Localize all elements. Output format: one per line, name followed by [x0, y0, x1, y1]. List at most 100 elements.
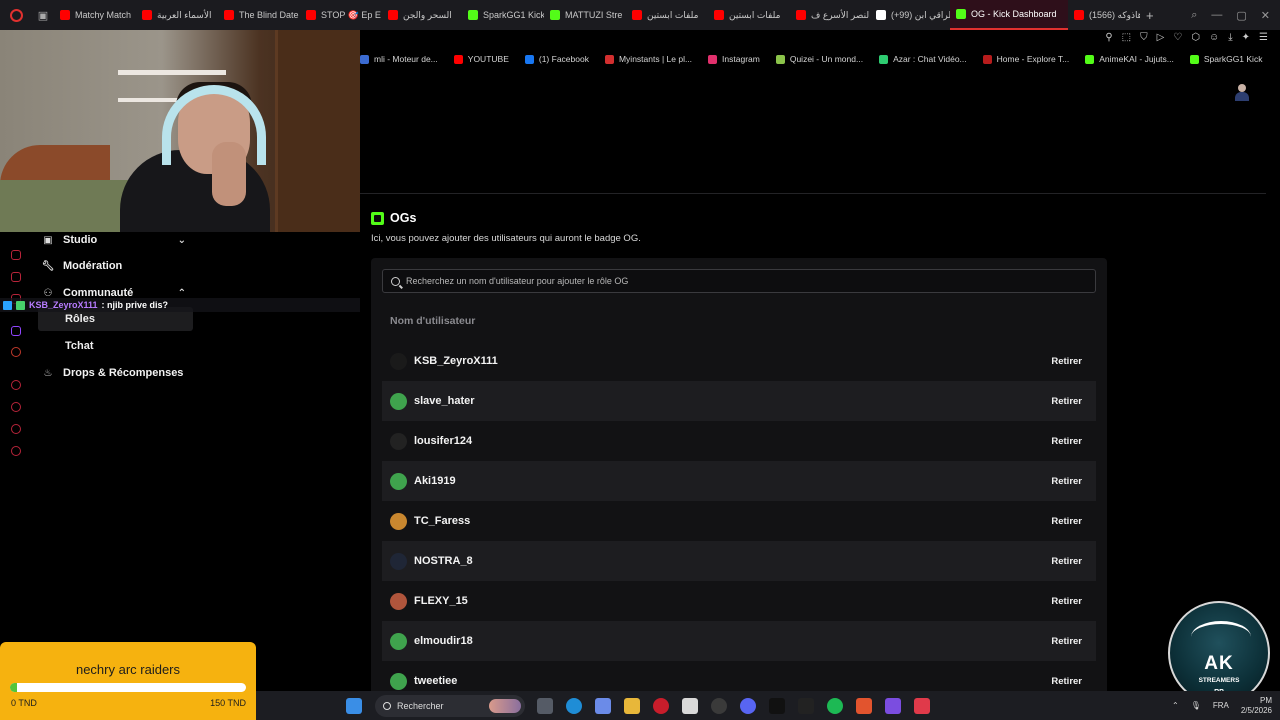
copilot-icon[interactable]	[595, 697, 611, 714]
game-icon[interactable]	[798, 697, 814, 714]
bookmark-item[interactable]: AnimeKAI - Jujuts...	[1085, 54, 1174, 64]
sidebar-item-drops[interactable]: ♨ Drops & Récompenses	[32, 361, 192, 385]
og-search-input[interactable]	[406, 276, 1046, 286]
chat-message: : njib prive dis?	[101, 300, 169, 310]
browser-tab[interactable]: MATTUZI Stre	[544, 0, 626, 30]
user-avatar-icon	[390, 432, 407, 450]
stream-icon[interactable]	[11, 272, 21, 282]
browser-tab[interactable]: Matchy Match	[54, 0, 136, 30]
download-icon[interactable]: ⤓	[1228, 32, 1232, 43]
opera-taskbar-icon[interactable]	[653, 697, 669, 714]
bookmark-item[interactable]: Instagram	[708, 54, 760, 64]
opera-logo-icon[interactable]	[0, 0, 32, 30]
browser-tab[interactable]: النصر الأسرع ف	[790, 0, 870, 30]
browser-tab[interactable]: (1566) هاذوكه	[1068, 0, 1140, 30]
og-search-box[interactable]	[382, 269, 1096, 293]
tab-favicon-icon	[714, 10, 724, 20]
remove-og-button[interactable]: Retirer	[1051, 596, 1082, 607]
bookmark-favicon-icon	[360, 54, 369, 64]
play-circle-icon[interactable]	[11, 380, 21, 390]
browser-tab[interactable]: STOP 🎯 Ep E	[300, 0, 382, 30]
close-button[interactable]: ✕	[1261, 9, 1270, 22]
bookmark-item[interactable]: Quizei - Un mond...	[775, 54, 863, 64]
tab-favicon-icon	[876, 10, 886, 20]
tab-grid-icon[interactable]: ▣	[32, 0, 54, 30]
menu-icon[interactable]: ☰	[1259, 32, 1268, 43]
maximize-button[interactable]: ▢	[1236, 9, 1246, 22]
spotify-icon[interactable]	[827, 697, 843, 714]
new-tab-button[interactable]: +	[1140, 8, 1160, 23]
browser-tab[interactable]: SparkGG1 Kick	[462, 0, 544, 30]
chevron-down-icon[interactable]: ⌄	[178, 235, 186, 246]
extensions-icon[interactable]: ⬡	[1191, 32, 1200, 43]
clock[interactable]: PM 2/5/2026	[1241, 696, 1272, 716]
browser-tab[interactable]: The Blind Date	[218, 0, 300, 30]
app-icon[interactable]	[711, 697, 727, 714]
browser-tab[interactable]: ملفات ابستين	[626, 0, 708, 30]
browser-tab[interactable]: OG - Kick Dashboard	[950, 0, 1068, 30]
chevron-up-icon[interactable]: ⌃	[178, 288, 186, 299]
remove-og-button[interactable]: Retirer	[1051, 356, 1082, 367]
minimize-button[interactable]: —	[1211, 9, 1222, 21]
tab-label: STOP 🎯 Ep E	[321, 9, 381, 20]
start-menu-icon[interactable]	[346, 697, 362, 714]
tab-label: Matchy Match	[75, 10, 132, 20]
apps-grid-icon[interactable]	[885, 697, 901, 714]
remove-og-button[interactable]: Retirer	[1051, 636, 1082, 647]
taskbar-search[interactable]: Rechercher	[375, 694, 525, 717]
sidebar-item-moderation[interactable]: 🔧︎ Modération	[32, 254, 192, 278]
kick-icon[interactable]	[11, 347, 21, 357]
remove-og-button[interactable]: Retirer	[1051, 676, 1082, 687]
bookmark-item[interactable]: Home - Explore T...	[982, 54, 1070, 64]
heart-icon[interactable]: ♡	[1173, 32, 1182, 43]
microphone-icon[interactable]: 🎙︎	[1191, 701, 1201, 710]
bookmark-item[interactable]: (1) Facebook	[524, 54, 589, 64]
ai-icon[interactable]: ✦	[1242, 32, 1250, 43]
file-explorer-icon[interactable]	[624, 697, 640, 714]
language-indicator[interactable]: FRA	[1213, 701, 1229, 710]
discord-icon[interactable]	[740, 697, 756, 714]
remove-og-button[interactable]: Retirer	[1051, 396, 1082, 407]
user-avatar-icon	[390, 392, 407, 410]
sidebar-item-chat[interactable]: Tchat	[38, 334, 193, 358]
username: NOSTRA_8	[414, 555, 473, 567]
chat-bubble-icon[interactable]	[11, 424, 21, 434]
profile-icon[interactable]: ☺	[1209, 32, 1219, 43]
bookmark-item[interactable]: SparkGG1 Kick	[1189, 54, 1262, 64]
edge-icon[interactable]	[566, 697, 582, 714]
browser-tab[interactable]: السحر والجن	[382, 0, 462, 30]
clock-icon[interactable]	[11, 402, 21, 412]
browser-tab[interactable]: (+99) الراقي ابن	[870, 0, 950, 30]
store-icon[interactable]	[682, 697, 698, 714]
remove-og-button[interactable]: Retirer	[1051, 556, 1082, 567]
bookmark-item[interactable]: mli - Moteur de...	[360, 54, 438, 64]
browser-tab[interactable]: الأسماء العربية	[136, 0, 218, 30]
pocket-icon[interactable]	[914, 697, 930, 714]
tray-chevron-icon[interactable]: ⌃	[1172, 701, 1179, 710]
bookmark-item[interactable]: YOUTUBE	[453, 54, 509, 64]
brave-icon[interactable]	[856, 697, 872, 714]
tab-favicon-icon	[306, 10, 316, 20]
shield-icon[interactable]: ⛉	[1140, 32, 1148, 43]
pin-icon[interactable]: ⚲	[1105, 32, 1112, 43]
remove-og-button[interactable]: Retirer	[1051, 476, 1082, 487]
task-view-icon[interactable]	[537, 697, 553, 714]
webcam-overlay	[0, 30, 360, 232]
settings-icon[interactable]	[11, 446, 21, 456]
browser-tab[interactable]: ملفات ابستين	[708, 0, 790, 30]
bookmark-label: Home - Explore T...	[996, 54, 1070, 64]
remove-og-button[interactable]: Retirer	[1051, 516, 1082, 527]
twitch-icon[interactable]	[11, 326, 21, 336]
user-avatar[interactable]	[1234, 84, 1250, 102]
bookmark-item[interactable]: Azar : Chat Vidéo...	[879, 54, 967, 64]
search-icon	[383, 701, 391, 710]
capture-icon[interactable]: ⬚	[1122, 32, 1131, 43]
tab-favicon-icon	[632, 10, 642, 20]
home-icon[interactable]	[11, 250, 21, 260]
remove-og-button[interactable]: Retirer	[1051, 436, 1082, 447]
search-tabs-icon[interactable]: ⌕	[1191, 9, 1197, 22]
bookmark-item[interactable]: Myinstants | Le pl...	[604, 54, 692, 64]
play-icon[interactable]: ▷	[1157, 32, 1165, 43]
cake-icon: ♨	[43, 367, 53, 379]
terminal-icon[interactable]	[769, 697, 785, 714]
